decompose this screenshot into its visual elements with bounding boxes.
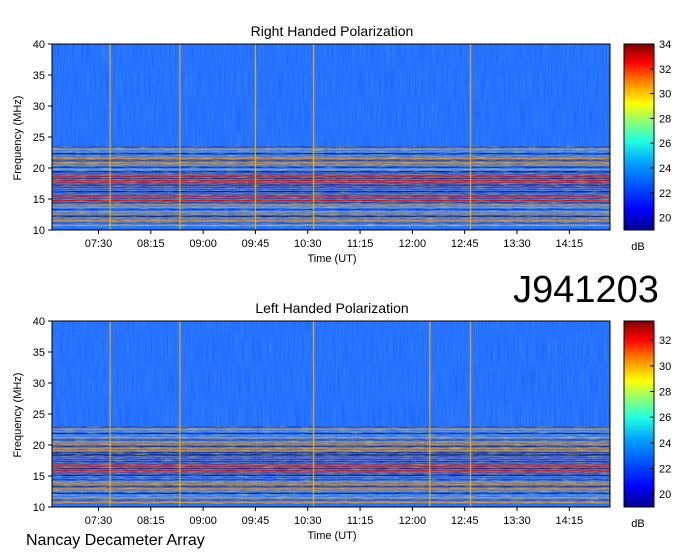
y-tick-label: 30 — [33, 378, 45, 390]
y-tick-label: 20 — [33, 163, 45, 175]
x-tick-label: 09:45 — [242, 515, 270, 527]
y-tick-labels: 10 15 20 25 30 35 40 — [33, 316, 52, 514]
x-tick-label: 14:15 — [556, 515, 584, 527]
colorbar-tick-label: 32 — [659, 64, 671, 76]
colorbar-tick-label: 30 — [659, 89, 671, 101]
spectrogram-area — [51, 320, 611, 508]
x-tick-label: 07:30 — [85, 515, 113, 527]
emission-band-texture — [52, 171, 610, 203]
colorbar-tick-label: 20 — [659, 489, 671, 501]
emission-band-texture — [52, 479, 610, 504]
colorbar-tick-label: 22 — [659, 188, 671, 200]
colorbar — [623, 320, 655, 508]
y-tick-label: 40 — [33, 39, 45, 51]
observation-id: J941203 — [513, 269, 659, 311]
emission-band-texture — [52, 146, 610, 172]
x-tick-label: 11:15 — [347, 238, 374, 250]
x-tick-label: 09:00 — [189, 515, 217, 527]
colorbar-label: dB — [631, 241, 644, 253]
colorbar-label: dB — [631, 518, 644, 530]
x-tick-label: 12:45 — [451, 515, 479, 527]
x-tick-label: 09:00 — [189, 238, 217, 250]
right-polarization-panel: Right Handed Polarization Time (UT) Freq… — [12, 23, 671, 265]
colorbar-tick-label: 24 — [659, 438, 671, 450]
y-tick-label: 35 — [33, 70, 45, 82]
colorbar-tick-label: 28 — [659, 113, 671, 125]
y-tick-label: 20 — [33, 440, 45, 452]
x-tick-label: 08:15 — [137, 515, 165, 527]
left-polarization-panel: Left Handed Polarization Time (UT) Frequ… — [12, 300, 671, 542]
colorbar-tick-label: 32 — [659, 335, 671, 347]
colorbar-tick-label: 26 — [659, 412, 671, 424]
y-tick-label: 25 — [33, 409, 45, 421]
x-tick-label: 07:30 — [85, 238, 113, 250]
y-tick-labels: 10 15 20 25 30 35 40 — [33, 39, 52, 237]
x-axis-label: Time (UT) — [307, 530, 356, 542]
panel-title: Left Handed Polarization — [255, 300, 408, 316]
x-tick-label: 14:15 — [556, 238, 584, 250]
x-tick-label: 13:30 — [503, 515, 531, 527]
colorbar — [623, 43, 655, 231]
x-tick-label: 09:45 — [242, 238, 270, 250]
colorbar-tick-label: 20 — [659, 213, 671, 225]
panel-title: Right Handed Polarization — [251, 23, 414, 39]
colorbar-tick-label: 28 — [659, 387, 671, 399]
x-tick-label: 08:15 — [137, 238, 165, 250]
y-tick-label: 40 — [33, 316, 45, 328]
y-axis-label: Frequency (MHz) — [12, 96, 24, 181]
y-tick-label: 30 — [33, 101, 45, 113]
x-tick-label: 10:30 — [294, 238, 322, 250]
dynamic-spectrum-figure: J941203 Nancay Decameter Array Right Han… — [12, 23, 671, 549]
colorbar-tick-label: 22 — [659, 464, 671, 476]
x-tick-labels: 07:30 08:15 09:00 09:45 10:30 11:15 12:00 12:45… — [85, 507, 583, 527]
y-tick-label: 15 — [33, 471, 45, 483]
x-tick-label: 10:30 — [294, 515, 322, 527]
y-tick-label: 35 — [33, 347, 45, 359]
spectrogram-area — [51, 43, 611, 231]
colorbar-tick-label: 30 — [659, 361, 671, 373]
x-tick-label: 13:30 — [503, 238, 531, 250]
x-tick-label: 11:15 — [347, 515, 374, 527]
y-tick-label: 10 — [33, 502, 45, 514]
x-tick-labels: 07:30 08:15 09:00 09:45 10:30 11:15 12:00 12:45… — [85, 230, 583, 250]
colorbar-tick-label: 26 — [659, 138, 671, 150]
x-tick-label: 12:00 — [399, 238, 427, 250]
colorbar-tick-label: 34 — [659, 39, 671, 51]
credit-label: Nancay Decameter Array — [26, 532, 205, 549]
colorbar-tick-label: 24 — [659, 163, 671, 175]
y-tick-label: 10 — [33, 225, 45, 237]
y-tick-label: 25 — [33, 132, 45, 144]
emission-band-texture — [52, 202, 610, 227]
y-tick-label: 15 — [33, 194, 45, 206]
x-tick-label: 12:45 — [451, 238, 479, 250]
x-tick-label: 12:00 — [399, 515, 427, 527]
x-axis-label: Time (UT) — [307, 253, 356, 265]
emission-band-texture — [52, 454, 610, 480]
emission-band-texture — [52, 426, 610, 455]
y-axis-label: Frequency (MHz) — [12, 373, 24, 458]
